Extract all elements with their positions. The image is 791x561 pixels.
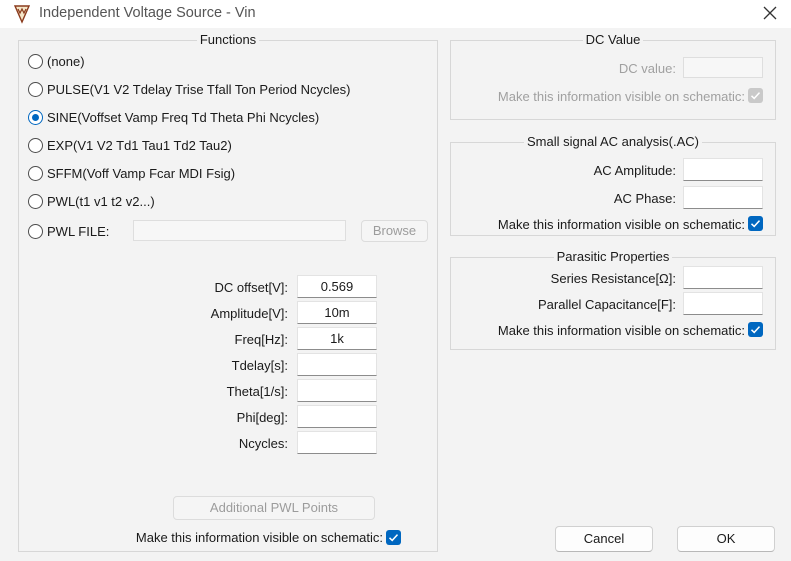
parasitic-group-title: Parasitic Properties — [553, 249, 673, 264]
dc-value-visible-label: Make this information visible on schemat… — [497, 89, 745, 104]
parallel-capacitance-label: Parallel Capacitance[F]: — [537, 297, 676, 312]
window-title: Independent Voltage Source - Vin — [39, 5, 256, 21]
pwl-file-input[interactable] — [133, 220, 346, 241]
amplitude-label: Amplitude[V]: — [210, 306, 288, 321]
series-resistance-input[interactable] — [683, 266, 763, 289]
radio-label: (none) — [47, 53, 85, 69]
dialog-client-area: Functions (none) PULSE(V1 V2 Tdelay Tris… — [0, 28, 791, 561]
functions-visible-checkbox[interactable] — [386, 530, 401, 545]
theta-input[interactable] — [297, 379, 377, 402]
radio-label: SINE(Voffset Vamp Freq Td Theta Phi Ncyc… — [47, 109, 320, 125]
additional-pwl-points-button[interactable]: Additional PWL Points — [173, 496, 375, 520]
radio-button[interactable] — [28, 193, 43, 209]
radio-sffm[interactable]: SFFM(Voff Vamp Fcar MDI Fsig) — [28, 163, 235, 183]
ac-amplitude-input[interactable] — [683, 158, 763, 181]
ac-visible-label: Make this information visible on schemat… — [497, 217, 745, 232]
checkmark-icon — [388, 534, 399, 542]
tdelay-input[interactable] — [297, 353, 377, 376]
dc-offset-input[interactable]: 0.569 — [297, 275, 377, 298]
dc-value-input[interactable] — [683, 57, 763, 78]
radio-pwl-file[interactable]: PWL FILE: — [28, 221, 109, 241]
radio-button[interactable] — [28, 223, 43, 239]
series-resistance-label: Series Resistance[Ω]: — [550, 271, 676, 286]
checkmark-icon — [750, 92, 761, 100]
cancel-button[interactable]: Cancel — [555, 526, 653, 552]
ac-phase-input[interactable] — [683, 186, 763, 209]
ac-amplitude-label: AC Amplitude: — [593, 163, 676, 178]
radio-sine[interactable]: SINE(Voffset Vamp Freq Td Theta Phi Ncyc… — [28, 107, 319, 127]
radio-exp[interactable]: EXP(V1 V2 Td1 Tau1 Td2 Tau2) — [28, 135, 232, 155]
ac-phase-label: AC Phase: — [613, 191, 676, 206]
amplitude-input[interactable]: 10m — [297, 301, 377, 324]
title-bar: Independent Voltage Source - Vin — [0, 0, 791, 28]
radio-pwl[interactable]: PWL(t1 v1 t2 v2...) — [28, 191, 155, 211]
ltspice-app-icon — [13, 5, 31, 24]
radio-label: EXP(V1 V2 Td1 Tau1 Td2 Tau2) — [47, 137, 232, 153]
ok-button[interactable]: OK — [677, 526, 775, 552]
radio-label: PWL(t1 v1 t2 v2...) — [47, 193, 155, 209]
close-button[interactable] — [755, 0, 785, 26]
phi-label: Phi[deg]: — [236, 410, 288, 425]
ncycles-label: Ncycles: — [238, 436, 288, 451]
ac-visible-checkbox[interactable] — [748, 216, 763, 231]
radio-button-selected[interactable] — [28, 109, 43, 125]
checkmark-icon — [750, 326, 761, 334]
dc-value-visible-checkbox[interactable] — [748, 88, 763, 103]
dc-value-group-title: DC Value — [582, 32, 644, 47]
tdelay-label: Tdelay[s]: — [231, 358, 288, 373]
radio-button[interactable] — [28, 165, 43, 181]
parasitic-visible-checkbox[interactable] — [748, 322, 763, 337]
radio-none[interactable]: (none) — [28, 51, 85, 71]
radio-label: PWL FILE: — [47, 223, 110, 239]
dc-offset-label: DC offset[V]: — [214, 280, 288, 295]
dc-value-label: DC value: — [618, 61, 676, 76]
parallel-capacitance-input[interactable] — [683, 292, 763, 315]
radio-button[interactable] — [28, 53, 43, 69]
ncycles-input[interactable] — [297, 431, 377, 454]
ac-analysis-group-title: Small signal AC analysis(.AC) — [524, 134, 702, 149]
radio-button[interactable] — [28, 137, 43, 153]
radio-label: PULSE(V1 V2 Tdelay Trise Tfall Ton Perio… — [47, 81, 351, 97]
theta-label: Theta[1/s]: — [226, 384, 288, 399]
browse-button[interactable]: Browse — [361, 220, 428, 242]
radio-label: SFFM(Voff Vamp Fcar MDI Fsig) — [47, 165, 236, 181]
phi-input[interactable] — [297, 405, 377, 428]
functions-visible-label: Make this information visible on schemat… — [135, 530, 383, 545]
freq-label: Freq[Hz]: — [234, 332, 288, 347]
freq-input[interactable]: 1k — [297, 327, 377, 350]
radio-pulse[interactable]: PULSE(V1 V2 Tdelay Trise Tfall Ton Perio… — [28, 79, 350, 99]
radio-button[interactable] — [28, 81, 43, 97]
checkmark-icon — [750, 220, 761, 228]
functions-group-title: Functions — [196, 32, 260, 47]
parasitic-visible-label: Make this information visible on schemat… — [497, 323, 745, 338]
close-icon — [763, 6, 777, 20]
dc-value-group: DC Value — [450, 32, 776, 120]
